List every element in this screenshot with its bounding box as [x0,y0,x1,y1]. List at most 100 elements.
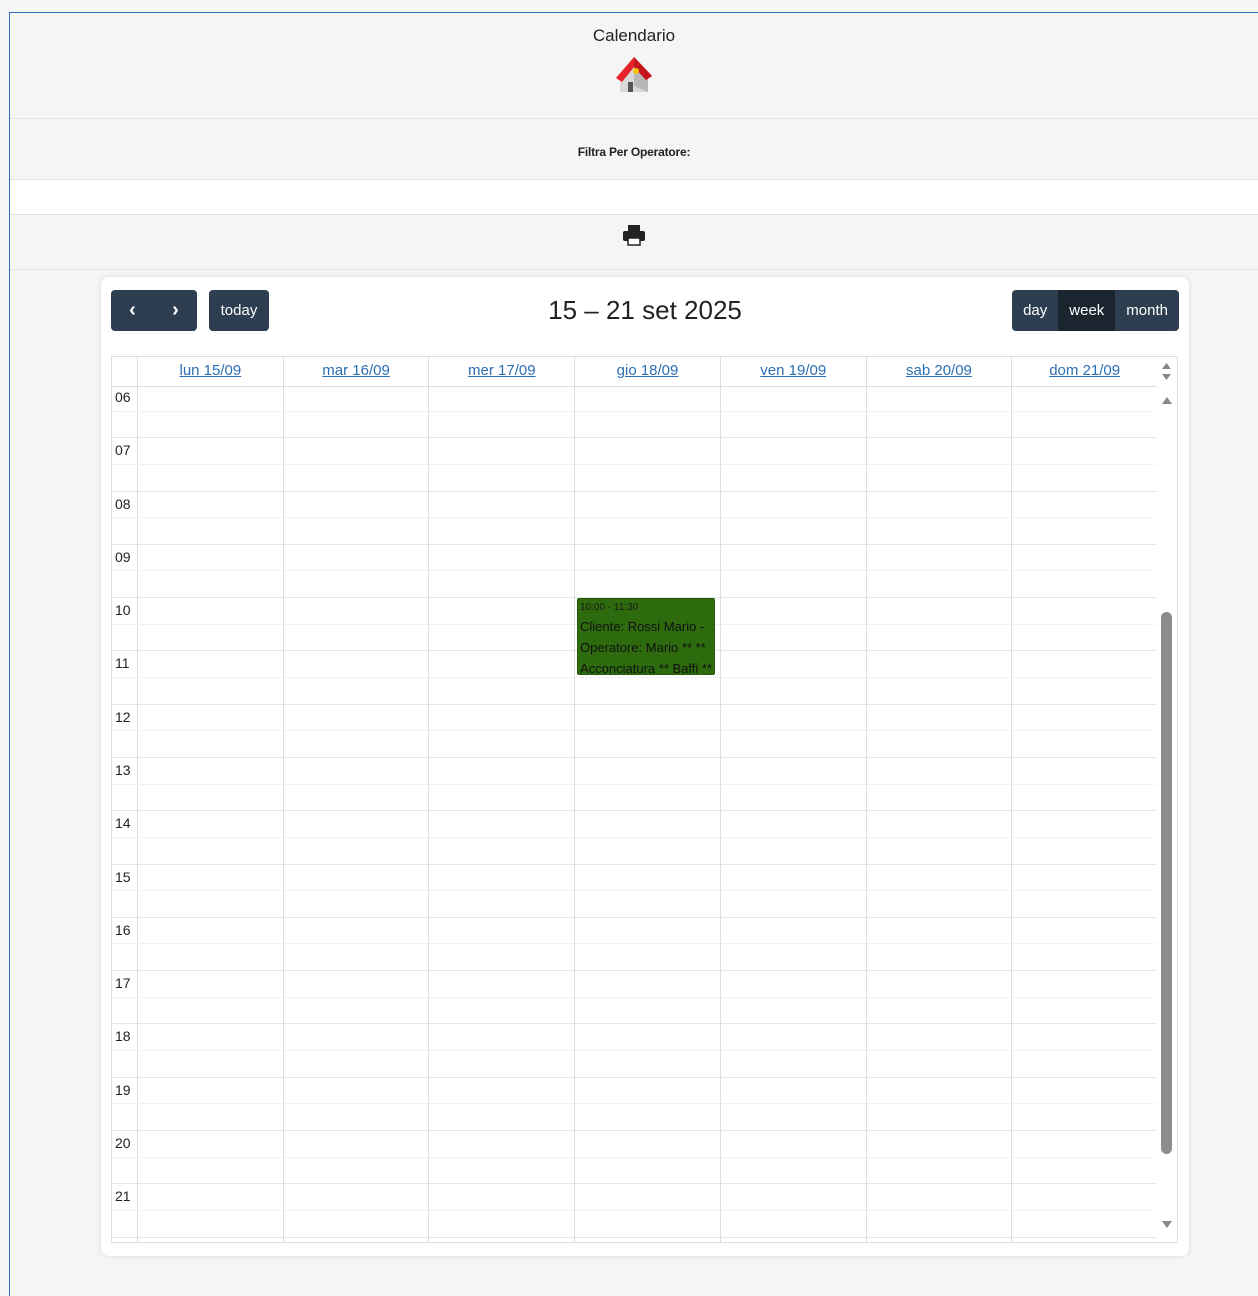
hour-slot[interactable]: 16 [112,917,1158,945]
day-header-wed[interactable]: mer 17/09 [429,357,576,386]
printer-icon[interactable] [619,221,649,249]
sort-icon[interactable] [1161,361,1172,383]
event-description: Cliente: Rossi Mario - Operatore: Mario … [580,619,712,675]
prev-week-button[interactable]: ‹ [111,290,154,331]
home-icon[interactable] [612,52,656,96]
hour-slot[interactable]: 13 [112,757,1158,785]
nav-button-group: ‹ › [111,290,197,331]
day-header-fri[interactable]: ven 19/09 [721,357,867,386]
hour-label: 20 [112,1130,138,1157]
scroll-down-arrow[interactable] [1162,1221,1172,1228]
day-link[interactable]: mer 17/09 [468,362,536,379]
page-title: Calendario [592,26,676,45]
axis-cell [112,464,138,491]
calendar-toolbar: ‹ › today 15 – 21 set 2025 day week mont… [111,290,1179,332]
half-hour-slot[interactable] [112,411,1158,439]
day-header-row: lun 15/09 mar 16/09 mer 17/09 gio 18/09 … [112,357,1159,387]
hour-label: 15 [112,864,138,891]
day-header-sat[interactable]: sab 20/09 [867,357,1013,386]
scrollbar-thumb[interactable] [1161,612,1172,1154]
scroll-up-arrow[interactable] [1162,397,1172,404]
hour-slot[interactable]: 07 [112,438,1158,465]
vertical-scrollbar[interactable] [1157,357,1177,1242]
axis-cell [112,1051,138,1077]
hour-label: 19 [112,1077,138,1104]
hour-label: 08 [112,491,138,518]
view-month-button[interactable]: month [1115,290,1179,331]
hour-label: 22 [112,1237,138,1242]
day-header-mon[interactable]: lun 15/09 [138,357,284,386]
hour-slot[interactable]: 21 [112,1184,1158,1211]
axis-cell [112,1210,138,1237]
half-hour-slot[interactable] [112,784,1158,812]
view-week-button[interactable]: week [1058,290,1116,331]
hour-label: 13 [112,757,138,784]
half-hour-slot[interactable] [112,997,1158,1025]
axis-cell [112,678,138,704]
half-hour-slot[interactable] [112,1210,1158,1238]
axis-header [112,357,138,386]
half-hour-slot[interactable] [112,1104,1158,1131]
axis-cell [112,837,138,864]
hour-slot[interactable]: 18 [112,1024,1158,1052]
calendar: ‹ › today 15 – 21 set 2025 day week mont… [101,277,1189,1256]
hour-label: 10 [112,598,138,624]
hour-label: 07 [112,438,138,464]
hour-slot[interactable]: 12 [112,704,1158,732]
next-week-button[interactable]: › [154,290,197,331]
chevron-left-icon: ‹ [129,299,136,321]
hour-slot[interactable]: 15 [112,864,1158,892]
operator-filter-input[interactable] [10,180,1258,215]
day-link[interactable]: gio 18/09 [617,362,679,379]
time-grid-body[interactable]: 06 07 08 09 10 11 12 13 14 15 16 17 18 19 20 21 22 10:00… [112,387,1158,1242]
hour-slot[interactable]: 06 [112,387,1158,412]
event-time: 10:00 - 11:30 [580,602,639,613]
hour-slot[interactable]: 19 [112,1077,1158,1105]
day-link[interactable]: dom 21/09 [1049,362,1120,379]
axis-cell [112,784,138,811]
hour-slot[interactable]: 17 [112,971,1158,998]
hour-label: 06 [112,387,138,411]
filter-label: Filtra Per Operatore: [577,145,691,159]
half-hour-slot[interactable] [112,891,1158,918]
half-hour-slot[interactable] [112,464,1158,492]
print-section [10,215,1258,270]
hour-label: 09 [112,544,138,571]
axis-cell [112,624,138,651]
hour-slot[interactable]: 22 [112,1237,1158,1242]
day-header-thu[interactable]: gio 18/09 [575,357,721,386]
half-hour-slot[interactable] [112,1051,1158,1078]
day-header-sun[interactable]: dom 21/09 [1012,357,1159,386]
day-link[interactable]: ven 19/09 [760,362,826,379]
axis-cell [112,1157,138,1184]
hour-label: 17 [112,971,138,997]
view-day-button[interactable]: day [1012,290,1059,331]
chevron-right-icon: › [172,299,179,321]
filter-section: Filtra Per Operatore: [10,119,1258,180]
hour-label: 11 [112,651,138,678]
axis-cell [112,1104,138,1130]
half-hour-slot[interactable] [112,1157,1158,1185]
hour-label: 21 [112,1184,138,1210]
day-link[interactable]: lun 15/09 [179,362,241,379]
day-link[interactable]: mar 16/09 [322,362,390,379]
hour-slot[interactable]: 20 [112,1130,1158,1158]
hour-slot[interactable]: 09 [112,544,1158,572]
half-hour-slot[interactable] [112,837,1158,865]
today-button[interactable]: today [209,290,269,331]
hour-label: 18 [112,1024,138,1051]
hour-slot[interactable]: 08 [112,491,1158,519]
hour-slot[interactable]: 14 [112,811,1158,838]
half-hour-slot[interactable] [112,571,1158,599]
time-grid: lun 15/09 mar 16/09 mer 17/09 gio 18/09 … [111,356,1178,1243]
day-link[interactable]: sab 20/09 [906,362,972,379]
axis-cell [112,411,138,438]
half-hour-slot[interactable] [112,678,1158,705]
half-hour-slot[interactable] [112,731,1158,758]
half-hour-slot[interactable] [112,944,1158,972]
half-hour-slot[interactable] [112,518,1158,545]
day-header-tue[interactable]: mar 16/09 [284,357,430,386]
view-button-group: day week month [1012,290,1179,331]
axis-cell [112,997,138,1024]
calendar-event[interactable]: 10:00 - 11:30 Cliente: Rossi Mario - Ope… [577,598,715,675]
